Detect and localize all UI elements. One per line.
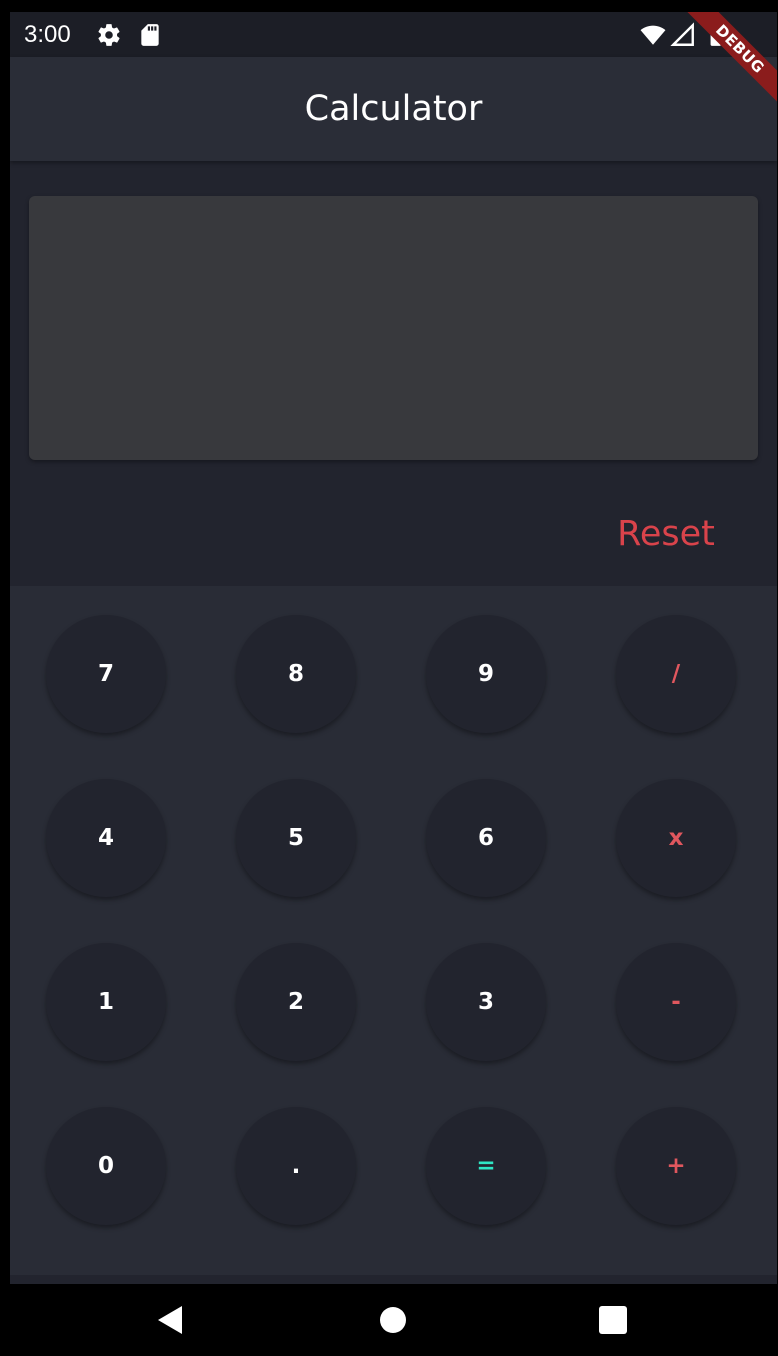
navigation-bar	[0, 1284, 778, 1356]
key-multiply[interactable]: x	[616, 779, 736, 897]
signal-icon	[670, 22, 694, 46]
status-time: 3:00	[24, 21, 71, 48]
key-divide[interactable]: /	[616, 615, 736, 733]
status-bar: 3:00	[10, 12, 777, 57]
sd-card-icon	[141, 24, 159, 46]
key-subtract[interactable]: -	[616, 943, 736, 1061]
recents-icon[interactable]	[595, 1302, 631, 1338]
key-5[interactable]: 5	[236, 779, 356, 897]
gear-icon	[98, 24, 120, 46]
key-2[interactable]: 2	[236, 943, 356, 1061]
key-0[interactable]: 0	[46, 1107, 166, 1225]
key-equals[interactable]: =	[426, 1107, 546, 1225]
back-icon[interactable]	[152, 1302, 188, 1338]
app-bar: Calculator	[10, 57, 777, 161]
key-7[interactable]: 7	[46, 615, 166, 733]
key-6[interactable]: 6	[426, 779, 546, 897]
keypad: 7 8 9 / 4 5 6 x 1 2 3 - 0 . = +	[10, 586, 777, 1275]
reset-button[interactable]: Reset	[606, 509, 726, 559]
key-4[interactable]: 4	[46, 779, 166, 897]
key-1[interactable]: 1	[46, 943, 166, 1061]
home-icon[interactable]	[375, 1302, 411, 1338]
app-screen: 3:00 Calculator DEBUG Reset 7 8 9 / 4 5	[10, 12, 777, 1284]
calculator-display	[29, 196, 758, 460]
page-title: Calculator	[304, 89, 483, 129]
key-9[interactable]: 9	[426, 615, 546, 733]
key-add[interactable]: +	[616, 1107, 736, 1225]
wifi-icon	[640, 25, 666, 45]
key-8[interactable]: 8	[236, 615, 356, 733]
key-3[interactable]: 3	[426, 943, 546, 1061]
key-decimal[interactable]: .	[236, 1107, 356, 1225]
